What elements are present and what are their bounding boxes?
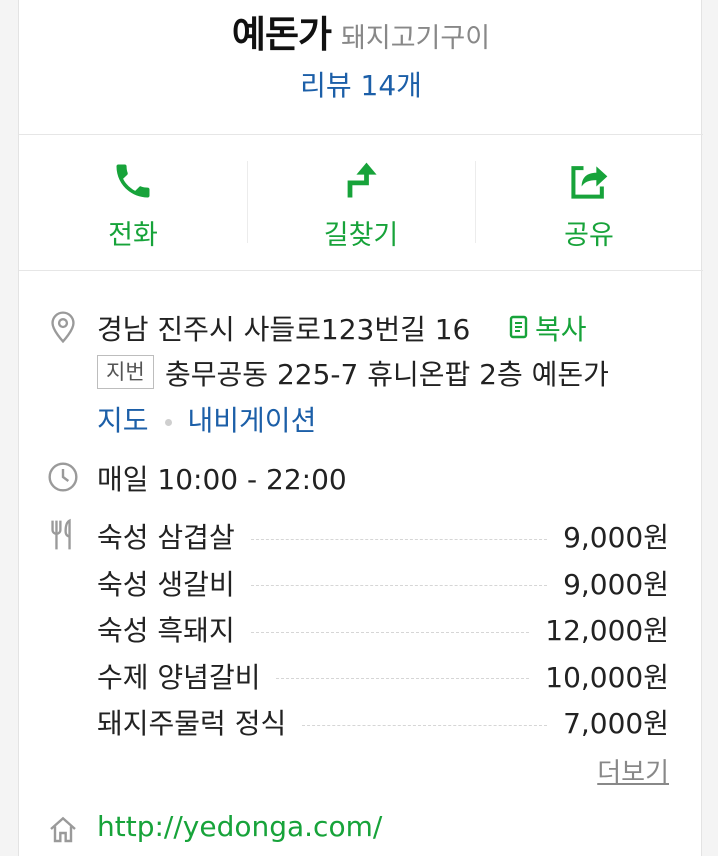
jibun-badge: 지번 [97, 355, 154, 389]
business-hours: 매일 10:00 - 22:00 [97, 463, 347, 496]
share-icon [571, 166, 608, 199]
menu-item-name: 숙성 흑돼지 [97, 614, 235, 648]
menu-item: 숙성 삼겹살 9,000원 [97, 513, 669, 560]
menu-item-name: 숙성 생갈비 [97, 567, 235, 601]
menu-item-name: 숙성 삼겹살 [97, 521, 235, 555]
menu-item: 돼지주물럭 정식 7,000원 [97, 699, 669, 746]
jibun-address: 충무공동 225-7 휴니온팝 2층 예돈가 [165, 358, 609, 391]
phone-icon [116, 164, 150, 198]
home-icon [50, 816, 76, 843]
navigation-link[interactable]: 내비게이션 [188, 404, 317, 437]
place-category: 돼지고기구이 [341, 23, 491, 54]
menu-item-name: 수제 양념갈비 [97, 660, 261, 694]
menu-item: 수제 양념갈비 10,000원 [97, 653, 669, 700]
copy-address-button[interactable]: 복사 [509, 308, 587, 348]
fork-knife-icon [51, 518, 71, 550]
menu-item-price: 9,000원 [563, 521, 669, 555]
copy-document-icon [509, 315, 528, 339]
title-row: 예돈가 돼지고기구이 [19, 4, 703, 58]
menu-item-name: 돼지주물럭 정식 [97, 707, 287, 741]
menu-item-price: 10,000원 [545, 660, 669, 694]
more-menu-link[interactable]: 더보기 [597, 752, 669, 789]
review-count-link[interactable]: 리뷰 14개 [19, 64, 703, 104]
directions-label: 길찾기 [323, 220, 399, 251]
dotted-leader [250, 538, 548, 540]
place-name: 예돈가 [231, 13, 332, 56]
menu-item-price: 12,000원 [545, 614, 669, 648]
action-bar: 전화 길찾기 공유 [19, 135, 703, 271]
homepage-link[interactable]: http://yedonga.com/ [97, 810, 382, 843]
map-link[interactable]: 지도 [97, 404, 149, 437]
dotted-leader [250, 585, 548, 587]
dotted-leader [276, 678, 530, 680]
share-label: 공유 [564, 220, 614, 251]
call-label: 전화 [108, 220, 158, 251]
dotted-leader [250, 631, 530, 633]
address-links: 지도 내비게이션 [97, 399, 316, 439]
place-header: 예돈가 돼지고기구이 리뷰 14개 [19, 0, 703, 135]
separator-dot [164, 418, 172, 426]
directions-arrow-icon [347, 162, 377, 198]
menu-item-price: 9,000원 [563, 567, 669, 601]
clock-icon [48, 462, 78, 492]
road-address: 경남 진주시 사들로123번길 16 [97, 313, 471, 346]
menu-item-price: 7,000원 [563, 707, 669, 741]
share-button[interactable]: 공유 [475, 135, 703, 270]
menu-item: 숙성 생갈비 9,000원 [97, 560, 669, 607]
copy-label: 복사 [535, 313, 587, 346]
dotted-leader [302, 724, 548, 726]
location-pin-icon [51, 311, 75, 344]
directions-button[interactable]: 길찾기 [247, 135, 475, 270]
call-button[interactable]: 전화 [19, 135, 247, 270]
place-card: 예돈가 돼지고기구이 리뷰 14개 전화 길찾기 공유 경남 진주시 사들로12… [18, 0, 703, 856]
menu-list: 숙성 삼겹살 9,000원 숙성 생갈비 9,000원 숙성 흑돼지 12,00… [97, 513, 669, 746]
menu-item: 숙성 흑돼지 12,000원 [97, 606, 669, 653]
